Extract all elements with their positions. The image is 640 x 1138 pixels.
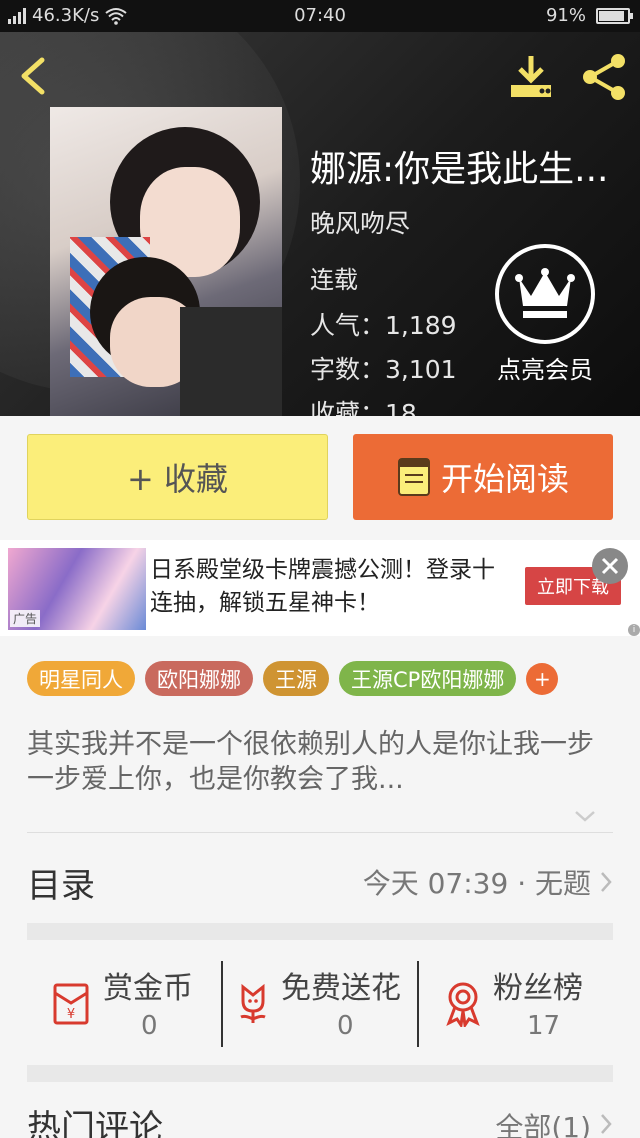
divider <box>27 832 613 833</box>
action-row: + 收藏 开始阅读 <box>0 416 640 540</box>
tag-chip[interactable]: 王源CP欧阳娜娜 <box>339 661 517 696</box>
book-status: 连载 <box>310 266 358 294</box>
hot-comments-label: 热门评论 <box>27 1108 163 1138</box>
svg-text:¥: ¥ <box>67 1007 75 1022</box>
medal-icon <box>446 982 480 1027</box>
toc-label: 目录 <box>27 866 95 906</box>
read-label: 开始阅读 <box>440 460 569 498</box>
book-summary[interactable]: 其实我并不是一个很依赖别人的人是你让我一步一步爱上你，也是你教会了我... <box>27 727 617 797</box>
tag-chip[interactable]: 明星同人 <box>27 661 135 696</box>
vip-label: 点亮会员 <box>497 356 593 384</box>
battery-level <box>599 10 625 21</box>
fan-ranking-label: 粉丝榜 <box>493 971 583 1006</box>
collect-label: + 收藏 <box>127 460 228 498</box>
latest-chapter: 今天 07:39 · 无题 <box>362 867 591 900</box>
tag-chip[interactable]: 欧阳娜娜 <box>145 661 253 696</box>
book-title: 娜源:你是我此生... <box>310 149 609 190</box>
add-to-collection-button[interactable]: + 收藏 <box>27 434 328 520</box>
ad-info-icon[interactable]: i <box>628 624 640 636</box>
crown-icon <box>515 268 575 318</box>
popularity-count: 人气：1,189 <box>310 311 457 340</box>
ad-text[interactable]: 日系殿堂级卡牌震撼公测！登录十连抽，解锁五星神卡！ <box>150 554 510 620</box>
favorite-count: 收藏：18 <box>310 399 417 416</box>
reward-coins-label: 赏金币 <box>103 971 193 1006</box>
chevron-down-icon <box>575 811 595 822</box>
word-count: 字数：3,101 <box>310 355 457 384</box>
interaction-stats: ¥ 赏金币 0 免费送花 0 粉丝榜 17 <box>27 955 613 1047</box>
reward-coins-value: 0 <box>141 1011 158 1041</box>
book-icon <box>397 458 430 496</box>
red-envelope-icon: ¥ <box>53 983 89 1025</box>
add-tag-button[interactable]: + <box>526 663 559 695</box>
share-icon <box>583 54 625 100</box>
battery-percent: 91% <box>545 5 586 26</box>
download-button[interactable] <box>506 52 556 102</box>
ad-banner[interactable]: 广告 日系殿堂级卡牌震撼公测！登录十连抽，解锁五星神卡！ 立即下载 i <box>0 540 640 636</box>
expand-summary-button[interactable] <box>572 806 598 826</box>
book-header: 娜源:你是我此生... 晚风吻尽 连载 人气：1,189 字数：3,101 收藏… <box>0 32 640 416</box>
fan-ranking-button[interactable]: 粉丝榜 17 <box>419 955 613 1047</box>
tag-chip[interactable]: 王源 <box>263 661 329 696</box>
tag-list: 明星同人 欧阳娜娜 王源 王源CP欧阳娜娜 + <box>27 661 559 696</box>
share-button[interactable] <box>580 52 630 102</box>
flower-icon <box>240 983 266 1023</box>
clock: 07:40 <box>294 5 346 26</box>
fan-ranking-value: 17 <box>527 1011 561 1041</box>
download-icon <box>511 56 551 97</box>
book-cover-image[interactable] <box>50 107 282 416</box>
reward-coins-button[interactable]: ¥ 赏金币 0 <box>27 955 221 1047</box>
vip-button[interactable]: 点亮会员 <box>490 244 600 385</box>
close-icon <box>601 557 619 575</box>
chevron-left-icon <box>21 57 45 95</box>
all-comments-link[interactable]: 全部(1) <box>495 1106 591 1138</box>
ad-close-button[interactable] <box>592 548 628 584</box>
ad-tag: 广告 <box>10 610 41 627</box>
status-bar: 46.3K/s 07:40 91% <box>0 0 640 32</box>
back-button[interactable] <box>14 54 54 98</box>
start-reading-button[interactable]: 开始阅读 <box>353 434 613 520</box>
book-author[interactable]: 晚风吻尽 <box>310 204 410 240</box>
section-separator <box>27 1065 613 1082</box>
chevron-right-icon <box>601 1114 612 1134</box>
table-of-contents-row[interactable]: 目录 今天 07:39 · 无题 <box>27 852 613 910</box>
hot-comments-header[interactable]: 热门评论 全部(1) <box>27 1100 613 1138</box>
send-flowers-value: 0 <box>337 1011 354 1041</box>
chevron-right-icon <box>601 872 612 892</box>
section-separator <box>27 923 613 940</box>
send-flowers-button[interactable]: 免费送花 0 <box>223 955 417 1047</box>
battery-icon <box>596 7 633 24</box>
send-flowers-label: 免费送花 <box>281 971 401 1006</box>
